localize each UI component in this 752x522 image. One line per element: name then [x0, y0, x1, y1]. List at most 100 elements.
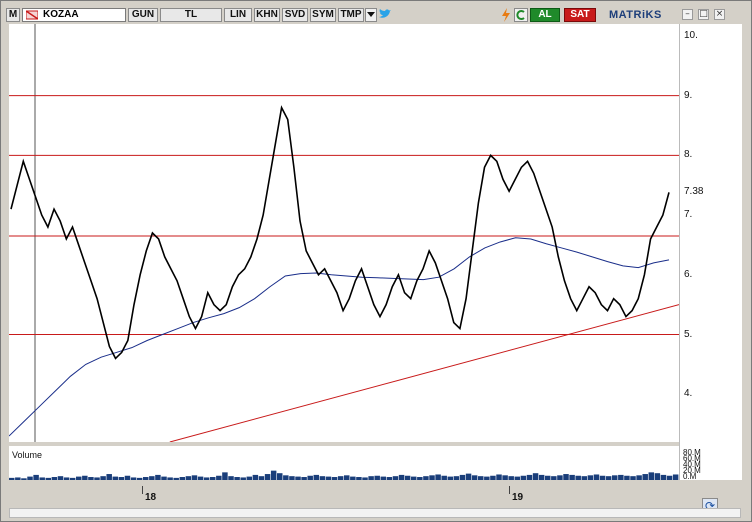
- volume-bar: [478, 476, 484, 480]
- volume-bar: [331, 477, 338, 480]
- volume-bar: [33, 474, 39, 480]
- price-tick-label: 9.: [684, 89, 693, 101]
- sym-button[interactable]: SYM: [310, 8, 336, 22]
- volume-bar: [76, 476, 82, 480]
- volume-bar: [337, 476, 344, 480]
- volume-bar: [277, 473, 283, 480]
- no-entry-icon: [25, 10, 39, 20]
- refresh-c-icon[interactable]: [514, 8, 528, 22]
- volume-panel[interactable]: [9, 446, 679, 480]
- volume-bar: [484, 476, 490, 480]
- volume-bar: [648, 472, 655, 480]
- volume-bar: [222, 472, 228, 480]
- volume-bar: [386, 477, 393, 480]
- price-tick-label: 6.: [684, 268, 693, 280]
- period-button[interactable]: GUN: [128, 8, 158, 22]
- volume-bar: [264, 474, 271, 480]
- dropdown-icon[interactable]: [365, 8, 377, 22]
- volume-bar: [417, 477, 423, 480]
- volume-bar: [136, 477, 143, 480]
- volume-bar: [258, 476, 265, 480]
- date-axis: [9, 484, 741, 508]
- volume-bar: [112, 476, 119, 480]
- volume-bar: [51, 477, 58, 480]
- volume-bar: [94, 477, 100, 480]
- volume-bar: [599, 475, 606, 480]
- twitter-icon[interactable]: [378, 8, 392, 22]
- menu-button[interactable]: M: [6, 8, 20, 22]
- last-price-label: 7.38: [684, 186, 704, 198]
- volume-bar: [660, 474, 667, 480]
- volume-bar: [240, 477, 246, 480]
- volume-bar: [167, 477, 173, 480]
- volume-bar: [612, 475, 618, 480]
- scale-button[interactable]: LIN: [224, 8, 252, 22]
- volume-bar: [63, 477, 70, 480]
- close-icon[interactable]: ×: [714, 9, 725, 20]
- minimize-icon[interactable]: –: [682, 9, 693, 20]
- volume-bar: [149, 476, 155, 480]
- volume-bar: [404, 475, 411, 480]
- price-tick-label: 5.: [684, 328, 693, 340]
- volume-bar: [216, 475, 222, 480]
- brand-logo: MATRiKS: [609, 9, 662, 21]
- volume-bar: [185, 476, 192, 480]
- volume-bar: [252, 474, 259, 480]
- svd-button[interactable]: SVD: [282, 8, 308, 22]
- volume-bar: [45, 477, 52, 480]
- volume-bar: [569, 474, 575, 480]
- volume-bar: [630, 476, 636, 480]
- volume-bar: [161, 476, 167, 480]
- volume-bar: [593, 474, 600, 480]
- volume-bar: [203, 477, 210, 480]
- volume-bar: [642, 474, 648, 480]
- symbol-field[interactable]: KOZAA: [22, 8, 126, 22]
- volume-bar: [380, 476, 387, 480]
- volume-bar: [350, 476, 356, 480]
- toolbar: M KOZAA GUN TL LIN KHN SVD SYM TMP AL SA…: [2, 6, 748, 24]
- volume-bar: [429, 475, 435, 480]
- volume-bar: [557, 475, 563, 480]
- volume-bar: [27, 476, 33, 480]
- volume-bar: [344, 475, 350, 480]
- volume-bar: [289, 476, 295, 480]
- moving-average-series: [8, 237, 670, 437]
- volume-bar: [173, 477, 179, 480]
- volume-bar: [526, 474, 533, 480]
- support-trendline: [169, 304, 680, 443]
- volume-bar: [471, 475, 478, 480]
- volume-bar: [100, 476, 106, 480]
- volume-bar: [672, 474, 679, 480]
- volume-bar: [106, 474, 112, 480]
- volume-label: Volume: [12, 450, 43, 460]
- volume-bar: [295, 476, 301, 480]
- lightning-icon[interactable]: [500, 8, 512, 22]
- template-button[interactable]: TMP: [338, 8, 364, 22]
- price-chart[interactable]: [8, 24, 680, 443]
- volume-bar: [392, 476, 399, 480]
- volume-bar: [563, 474, 569, 480]
- volume-bar: [118, 477, 125, 480]
- volume-bar: [39, 477, 45, 480]
- price-chart-panel[interactable]: [8, 24, 680, 443]
- volume-bar: [234, 477, 240, 480]
- currency-button[interactable]: TL: [160, 8, 222, 22]
- volume-bar: [545, 475, 551, 480]
- volume-bar: [581, 476, 588, 480]
- price-tick-label: 10.: [684, 29, 698, 41]
- maximize-icon[interactable]: □: [698, 9, 709, 20]
- volume-chart[interactable]: [9, 446, 679, 480]
- volume-bar: [228, 476, 234, 480]
- volume-bar: [179, 477, 186, 480]
- volume-bar: [325, 476, 332, 480]
- volume-bar: [605, 476, 612, 480]
- horizontal-scrollbar[interactable]: [9, 508, 741, 518]
- khn-button[interactable]: KHN: [254, 8, 280, 22]
- buy-button[interactable]: AL: [530, 8, 560, 22]
- volume-bar: [270, 470, 277, 480]
- symbol-value: KOZAA: [43, 9, 79, 20]
- volume-bar: [575, 475, 581, 480]
- volume-bar: [307, 475, 313, 480]
- sell-button[interactable]: SAT: [564, 8, 596, 22]
- date-tick-18: 18: [145, 492, 157, 503]
